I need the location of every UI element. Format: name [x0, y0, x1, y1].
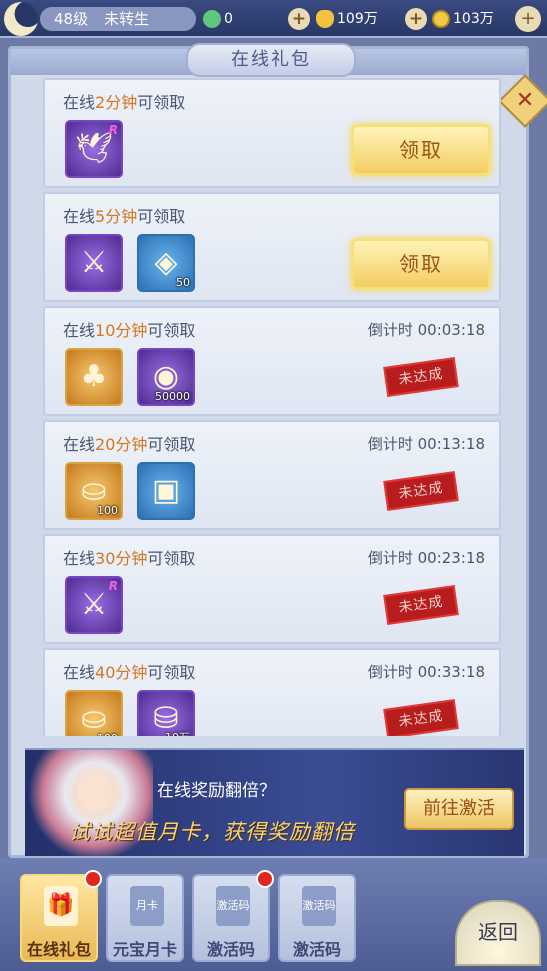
gold-ingot-icon[interactable]: ⛀100 [65, 690, 123, 736]
back-button[interactable]: 返回 [455, 900, 541, 966]
not-reached-stamp: 未达成 [383, 699, 459, 736]
not-reached-stamp: 未达成 [383, 471, 459, 511]
coin-value: 103万 [453, 11, 494, 27]
countdown-timer: 倒计时 00:03:18 [367, 321, 485, 339]
reward-row: 在线20分钟可领取 倒计时 00:13:18 ⛀ 100 ▣ 未达成 [43, 420, 501, 530]
countdown-timer: 倒计时 00:23:18 [367, 549, 485, 567]
not-reached-stamp: 未达成 [383, 357, 459, 397]
notification-dot [84, 870, 102, 888]
claim-button[interactable]: 领取 [351, 124, 491, 176]
treasure-chest-icon[interactable]: ▣ [137, 462, 195, 520]
moon-icon [4, 2, 38, 36]
tab-1[interactable]: 🎁 在线礼包 [20, 870, 102, 962]
jade-icon [203, 10, 221, 28]
orb-icon[interactable]: ◉ 50000 [137, 348, 195, 406]
reward-row: 在线10分钟可领取 倒计时 00:03:18 ♣ ◉ 50000 未达成 [43, 306, 501, 416]
rarity-badge: R [108, 579, 118, 593]
gourd-icon[interactable]: ♣ [65, 348, 123, 406]
reward-row: 在线2分钟可领取 🕊 R 领取 [43, 78, 501, 188]
reward-condition: 在线40分钟可领取 [63, 663, 196, 682]
reward-condition: 在线5分钟可领取 [63, 207, 186, 226]
panel-title: 在线礼包 [186, 43, 356, 77]
tab-2[interactable]: 月卡 元宝月卡 [106, 874, 184, 962]
item-quantity: 50000 [155, 390, 190, 403]
not-reached-stamp: 未达成 [383, 585, 459, 625]
player-level: 48级 [54, 10, 89, 28]
claim-button[interactable]: 领取 [351, 238, 491, 290]
tab-label: 激活码 [292, 940, 341, 959]
close-icon: ✕ [515, 88, 535, 113]
bottom-tab-bar: 返回 🎁 在线礼包 月卡 元宝月卡 激活码 激活码 激活码 激活码 [0, 858, 547, 971]
jade-counter: 0 [203, 9, 233, 29]
card-icon: 月卡 [130, 886, 164, 926]
add-ingot-button[interactable]: + [405, 8, 427, 30]
coin-icon [432, 10, 450, 28]
add-jade-button[interactable]: + [288, 8, 310, 30]
item-quantity: 100 [97, 504, 118, 517]
reward-condition: 在线2分钟可领取 [63, 93, 186, 112]
spear-icon[interactable]: ⚔ [65, 234, 123, 292]
rebirth-status: 未转生 [104, 10, 150, 28]
promo-tagline: 试试超值月卡，获得奖励翻倍 [69, 820, 355, 844]
item-quantity: 10万 [165, 729, 190, 736]
ingot-icon [316, 10, 334, 28]
tab-3[interactable]: 激活码 激活码 [192, 870, 274, 962]
gift-icon: 🎁 [44, 886, 78, 926]
reward-row: 在线30分钟可领取 倒计时 00:23:18 ⚔ R 未达成 [43, 534, 501, 644]
reward-condition: 在线30分钟可领取 [63, 549, 196, 568]
level-pill: 48级 未转生 [40, 7, 196, 31]
item-quantity: 50 [176, 276, 190, 289]
promo-question: 在线奖励翻倍？ [157, 781, 276, 801]
reward-row: 在线5分钟可领取 ⚔ ◈ 50 领取 [43, 192, 501, 302]
add-coin-button[interactable]: + [515, 6, 541, 32]
tab-4[interactable]: 激活码 激活码 [278, 874, 356, 962]
tab-label: 激活码 [206, 940, 255, 959]
reward-row: 在线40分钟可领取 倒计时 00:33:18 ⛀100 ⛁10万 未达成 [43, 648, 501, 736]
promo-banner: 在线奖励翻倍？ 试试超值月卡，获得奖励翻倍 前往激活 [25, 748, 524, 856]
reward-list[interactable]: 在线2分钟可领取 🕊 R 领取 在线5分钟可领取 ⚔ ◈ 50 领取 在线10分钟可领取 倒计时 0… [43, 78, 501, 736]
top-status-bar: 48级 未转生 0 + 109万 + 103万 + [0, 0, 547, 38]
code-ticket-icon: 激活码 [216, 886, 250, 926]
gold-ingot-icon[interactable]: ⛀100 [65, 462, 123, 520]
reward-condition: 在线20分钟可领取 [63, 435, 196, 454]
tab-label: 在线礼包 [26, 940, 91, 959]
jade-value: 0 [224, 11, 233, 27]
wings-icon[interactable]: 🕊 R [65, 120, 123, 178]
reward-condition: 在线10分钟可领取 [63, 321, 196, 340]
notification-dot [256, 870, 274, 888]
countdown-timer: 倒计时 00:33:18 [367, 663, 485, 681]
sword-icon[interactable]: ⚔ R [65, 576, 123, 634]
stone-icon[interactable]: ◈ 50 [137, 234, 195, 292]
tab-label: 元宝月卡 [112, 940, 177, 959]
countdown-timer: 倒计时 00:13:18 [367, 435, 485, 453]
coin-counter: 103万 [432, 9, 494, 29]
ingot-counter: 109万 [316, 9, 378, 29]
item-quantity: 100 [97, 732, 118, 736]
rarity-badge: R [108, 123, 118, 137]
coins-icon[interactable]: ⛁10万 [137, 690, 195, 736]
code-ticket-icon: 激活码 [302, 886, 336, 926]
go-activate-button[interactable]: 前往激活 [404, 788, 514, 830]
ingot-value: 109万 [337, 11, 378, 27]
